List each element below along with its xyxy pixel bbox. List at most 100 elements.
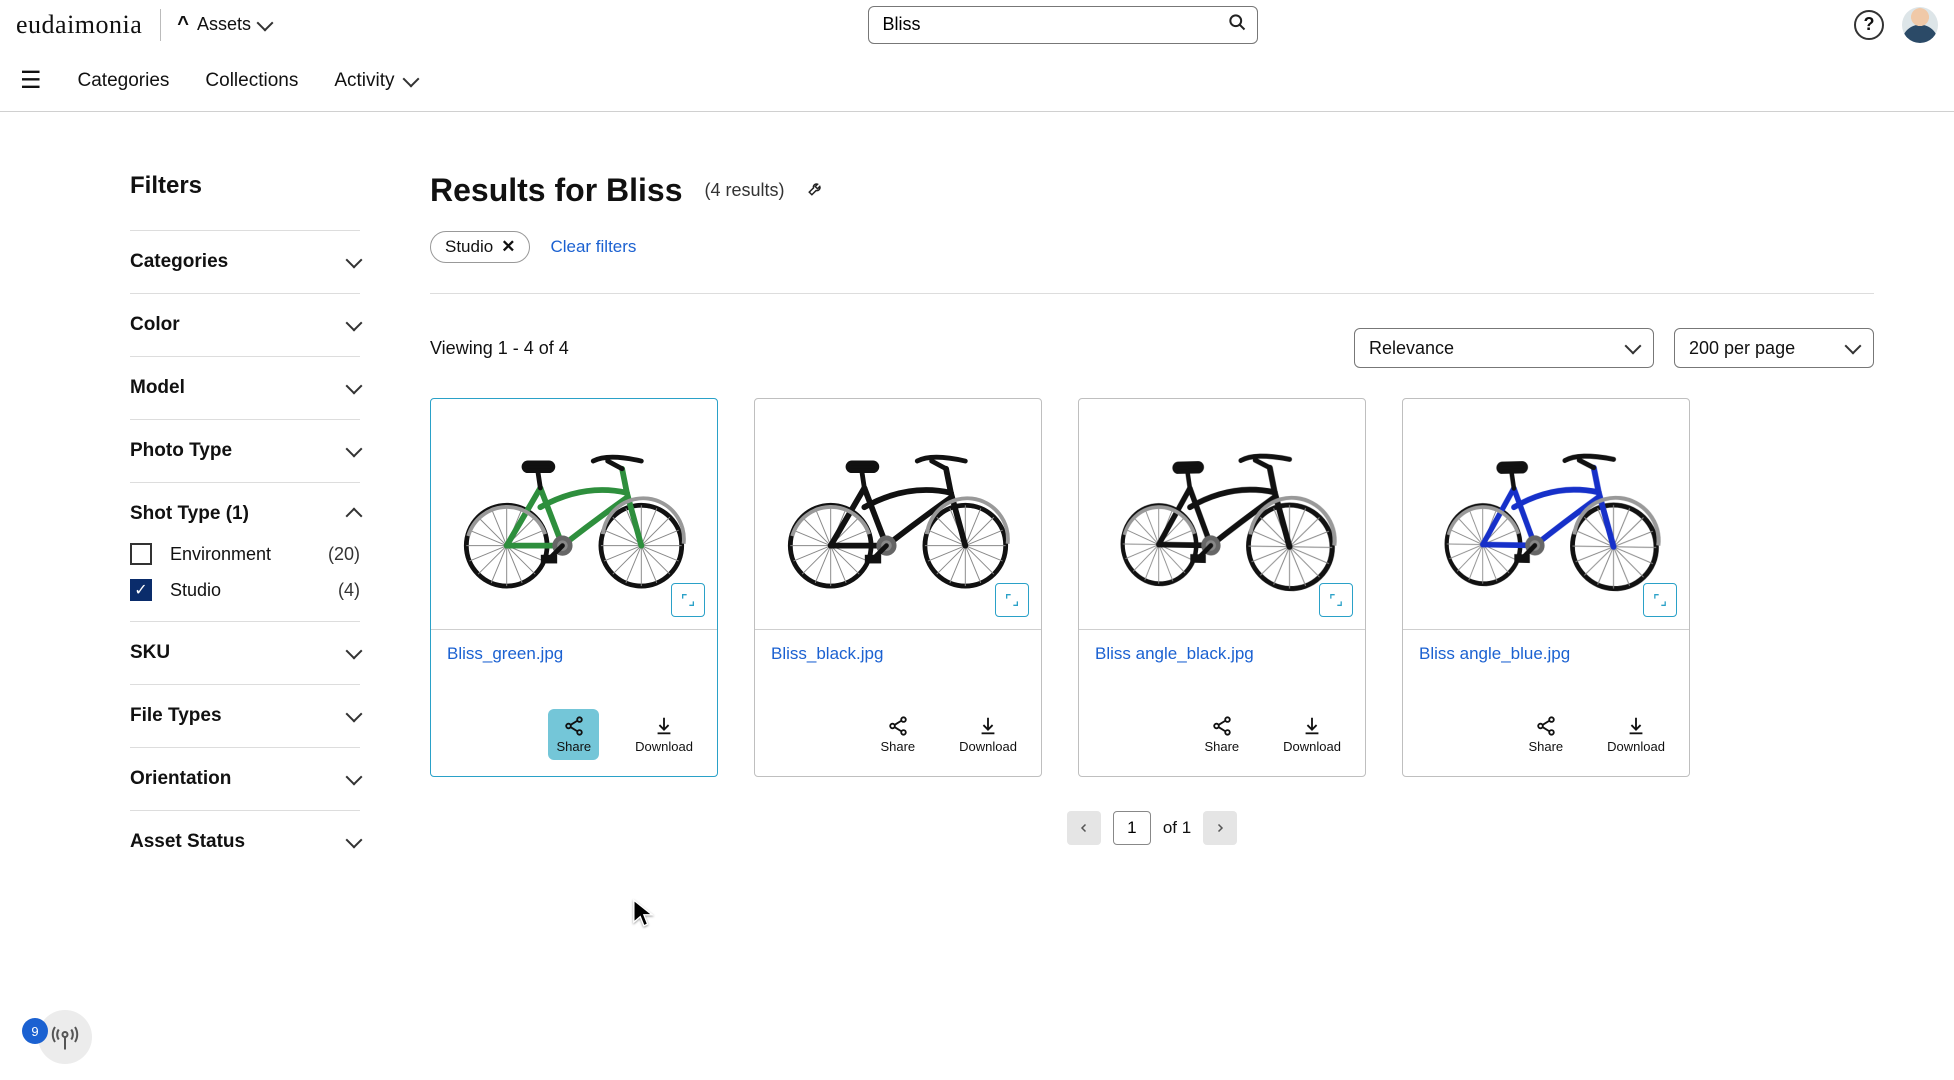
asset-filename[interactable]: Bliss angle_black.jpg	[1079, 629, 1365, 709]
download-button[interactable]: Download	[1599, 709, 1673, 760]
chip-label: Studio	[445, 237, 493, 257]
filter-model[interactable]: Model	[130, 377, 360, 399]
asset-card[interactable]: Bliss angle_blue.jpg Share Download	[1402, 398, 1690, 777]
asset-thumbnail[interactable]	[1079, 399, 1365, 629]
expand-button[interactable]	[1319, 583, 1353, 617]
filters-sidebar: Filters Categories Color Model Photo Typ…	[0, 172, 360, 873]
filter-asset-status[interactable]: Asset Status	[130, 831, 360, 853]
asset-filename[interactable]: Bliss_green.jpg	[431, 629, 717, 709]
download-label: Download	[1283, 739, 1341, 754]
nav-activity[interactable]: Activity	[334, 70, 416, 92]
asset-thumbnail[interactable]	[1403, 399, 1689, 629]
search-field[interactable]	[868, 6, 1258, 44]
asset-filename[interactable]: Bliss angle_blue.jpg	[1403, 629, 1689, 709]
filter-label: Model	[130, 377, 185, 399]
assets-label: Assets	[197, 14, 251, 35]
checkbox-icon[interactable]	[130, 543, 152, 565]
download-label: Download	[635, 739, 693, 754]
filter-label: Shot Type (1)	[130, 503, 249, 525]
bike-image	[773, 427, 1023, 602]
expand-button[interactable]	[671, 583, 705, 617]
next-page-button[interactable]	[1203, 811, 1237, 845]
share-button[interactable]: Share	[1520, 709, 1571, 760]
asset-card[interactable]: Bliss_black.jpg Share Download	[754, 398, 1042, 777]
filter-chip-studio[interactable]: Studio ✕	[430, 231, 530, 263]
prev-page-button[interactable]	[1067, 811, 1101, 845]
share-button[interactable]: Share	[548, 709, 599, 760]
download-label: Download	[959, 739, 1017, 754]
shot-type-option[interactable]: ✓ Studio (4)	[130, 579, 360, 601]
share-label: Share	[880, 739, 915, 754]
filter-label: Categories	[130, 251, 228, 273]
topbar-right: ?	[1854, 7, 1938, 43]
checkbox-icon[interactable]: ✓	[130, 579, 152, 601]
share-button[interactable]: Share	[1196, 709, 1247, 760]
chevron-down-icon	[1845, 338, 1862, 355]
assets-icon: ^	[177, 13, 189, 36]
sort-select[interactable]: Relevance	[1354, 328, 1654, 368]
assets-dropdown[interactable]: ^ Assets	[177, 13, 271, 36]
filter-label: Photo Type	[130, 440, 232, 462]
asset-actions: Share Download	[1403, 709, 1689, 776]
nav-activity-label: Activity	[334, 70, 394, 92]
bike-image	[1097, 427, 1347, 602]
nav-categories[interactable]: Categories	[78, 70, 170, 92]
cursor-icon	[632, 898, 654, 928]
results-count: (4 results)	[705, 180, 785, 201]
filter-photo-type[interactable]: Photo Type	[130, 440, 360, 462]
filter-file-types[interactable]: File Types	[130, 705, 360, 727]
option-count: (20)	[328, 544, 360, 565]
download-button[interactable]: Download	[627, 709, 701, 760]
notification-badge[interactable]: 9	[22, 1018, 48, 1044]
asset-actions: Share Download	[431, 709, 717, 776]
asset-card[interactable]: Bliss angle_black.jpgShare Download	[1078, 398, 1366, 777]
chip-remove-icon[interactable]: ✕	[501, 237, 515, 257]
filter-color[interactable]: Color	[130, 314, 360, 336]
wrench-icon[interactable]	[807, 179, 825, 202]
search-icon[interactable]	[1227, 12, 1247, 37]
download-button[interactable]: Download	[1275, 709, 1349, 760]
filter-label: File Types	[130, 705, 222, 727]
chevron-down-icon	[257, 14, 274, 31]
asset-actions: Share Download	[755, 709, 1041, 776]
option-label: Studio	[170, 580, 221, 601]
asset-thumbnail[interactable]	[755, 399, 1041, 629]
secondary-nav: ☰ Categories Collections Activity	[0, 50, 1954, 112]
bike-image	[1421, 427, 1671, 602]
asset-card[interactable]: Bliss_green.jpg Share Download	[430, 398, 718, 777]
chevron-down-icon	[402, 70, 419, 87]
share-label: Share	[556, 739, 591, 754]
nav-collections[interactable]: Collections	[205, 70, 298, 92]
asset-actions: Share Download	[1079, 709, 1365, 776]
logo: eudaimonia	[16, 9, 161, 41]
results-panel: Results for Bliss (4 results) Studio ✕ C…	[360, 172, 1954, 873]
expand-button[interactable]	[995, 583, 1029, 617]
hamburger-icon[interactable]: ☰	[20, 69, 42, 93]
expand-button[interactable]	[1643, 583, 1677, 617]
page-of-label: of 1	[1163, 818, 1191, 838]
clear-filters-link[interactable]: Clear filters	[550, 237, 636, 257]
shot-type-option[interactable]: Environment (20)	[130, 543, 360, 565]
asset-filename[interactable]: Bliss_black.jpg	[755, 629, 1041, 709]
viewing-text: Viewing 1 - 4 of 4	[430, 338, 569, 359]
filter-categories[interactable]: Categories	[130, 251, 360, 273]
share-label: Share	[1528, 739, 1563, 754]
corner-widget: 9	[12, 1010, 92, 1064]
results-title: Results for Bliss	[430, 172, 683, 209]
topbar: eudaimonia ^ Assets ?	[0, 0, 1954, 50]
asset-thumbnail[interactable]	[431, 399, 717, 629]
page-input[interactable]	[1113, 811, 1151, 845]
filter-sku[interactable]: SKU	[130, 642, 360, 664]
download-button[interactable]: Download	[951, 709, 1025, 760]
filter-shot-type[interactable]: Shot Type (1)	[130, 503, 360, 525]
perpage-select[interactable]: 200 per page	[1674, 328, 1874, 368]
option-count: (4)	[338, 580, 360, 601]
search-input[interactable]	[883, 14, 1227, 35]
option-label: Environment	[170, 544, 271, 565]
filter-orientation[interactable]: Orientation	[130, 768, 360, 790]
help-icon[interactable]: ?	[1854, 10, 1884, 40]
filter-label: Color	[130, 314, 180, 336]
avatar[interactable]	[1902, 7, 1938, 43]
share-button[interactable]: Share	[872, 709, 923, 760]
sort-value: Relevance	[1369, 338, 1454, 359]
